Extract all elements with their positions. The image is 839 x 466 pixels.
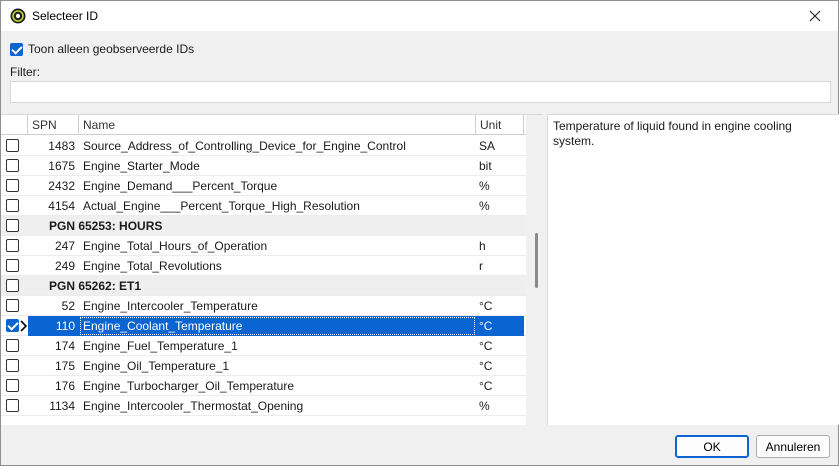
name-cell: Actual_Engine___Percent_Torque_High_Reso… (83, 199, 360, 213)
app-logo-icon (10, 8, 26, 24)
spn-cell: 247 (54, 239, 75, 253)
table-row[interactable]: 247 Engine_Total_Hours_of_Operation h (1, 236, 526, 256)
header-check-column[interactable] (1, 115, 28, 135)
name-cell: Engine_Oil_Temperature_1 (83, 359, 230, 373)
spn-cell: 2432 (48, 179, 75, 193)
unit-cell: °C (476, 316, 524, 336)
table-row[interactable]: 110 Engine_Coolant_Temperature °C (1, 316, 526, 336)
row-checkbox[interactable] (6, 239, 19, 252)
grid-header: SPN Name Unit (1, 115, 526, 135)
name-cell: Engine_Total_Revolutions (83, 259, 222, 273)
name-cell: Engine_Demand___Percent_Torque (83, 179, 278, 193)
header-spn[interactable]: SPN (28, 115, 79, 135)
scrollbar-thumb[interactable] (535, 233, 538, 288)
row-checkbox[interactable] (6, 399, 19, 412)
row-checkbox[interactable] (6, 159, 19, 172)
title-bar: Selecteer ID (1, 1, 838, 31)
header-name[interactable]: Name (79, 115, 476, 135)
close-icon (809, 10, 821, 22)
unit-cell: °C (479, 379, 493, 393)
table-row[interactable]: 4154 Actual_Engine___Percent_Torque_High_… (1, 196, 526, 216)
group-label: PGN 65253: HOURS (49, 219, 163, 233)
name-cell: Engine_Total_Hours_of_Operation (83, 239, 268, 253)
description-text: Temperature of liquid found in engine co… (553, 119, 792, 148)
id-grid: SPN Name Unit 1483 Source_Address_of_Cont… (1, 114, 543, 425)
name-cell: Source_Address_of_Controlling_Device_for… (83, 139, 406, 153)
unit-cell: °C (479, 299, 493, 313)
spn-cell: 249 (54, 259, 75, 273)
group-row[interactable]: PGN 65253: HOURS (1, 216, 526, 236)
spn-cell: 174 (54, 339, 75, 353)
name-cell: Engine_Coolant_Temperature (79, 316, 476, 336)
spn-cell: 1134 (49, 399, 75, 413)
table-row[interactable]: 175 Engine_Oil_Temperature_1 °C (1, 356, 526, 376)
cancel-button[interactable]: Annuleren (756, 435, 830, 458)
row-checkbox[interactable] (6, 319, 19, 332)
filter-input[interactable] (10, 81, 831, 103)
row-checkbox[interactable] (6, 219, 19, 232)
unit-cell: % (479, 199, 490, 213)
table-row[interactable]: 249 Engine_Total_Revolutions r (1, 256, 526, 276)
unit-cell: °C (479, 359, 493, 373)
row-checkbox[interactable] (6, 179, 19, 192)
unit-cell: % (479, 179, 490, 193)
row-checkbox[interactable] (6, 199, 19, 212)
unit-cell: r (479, 259, 483, 273)
table-row[interactable]: 176 Engine_Turbocharger_Oil_Temperature °C (1, 376, 526, 396)
header-unit[interactable]: Unit (476, 115, 524, 135)
unit-cell: % (479, 399, 490, 413)
window-title: Selecteer ID (32, 9, 99, 23)
row-checkbox[interactable] (6, 279, 19, 292)
table-row[interactable]: 1483 Source_Address_of_Controlling_Device… (1, 136, 526, 156)
name-cell: Engine_Starter_Mode (83, 159, 200, 173)
name-cell: Engine_Intercooler_Temperature (83, 299, 258, 313)
table-row[interactable]: 1134 Engine_Intercooler_Thermostat_Openin… (1, 396, 526, 416)
table-row[interactable]: 2432 Engine_Demand___Percent_Torque% (1, 176, 526, 196)
spn-cell: 110 (28, 316, 79, 336)
name-cell: Engine_Turbocharger_Oil_Temperature (83, 379, 295, 393)
ok-button[interactable]: OK (675, 435, 749, 458)
group-label: PGN 65262: ET1 (49, 279, 142, 293)
table-row[interactable]: 1675 Engine_Starter_Mode bit (1, 156, 526, 176)
table-row[interactable]: 52 Engine_Intercooler_Temperature °C (1, 296, 526, 316)
row-checkbox[interactable] (6, 139, 19, 152)
spn-cell: 1675 (48, 159, 75, 173)
name-cell: Engine_Intercooler_Thermostat_Opening (83, 399, 304, 413)
unit-cell: bit (479, 159, 492, 173)
filter-label: Filter: (10, 65, 40, 79)
group-row[interactable]: PGN 65262: ET1 (1, 276, 526, 296)
close-button[interactable] (792, 1, 838, 31)
name-cell: Engine_Fuel_Temperature_1 (83, 339, 238, 353)
row-checkbox[interactable] (6, 259, 19, 272)
only-observed-option[interactable]: Toon alleen geobserveerde IDs (10, 42, 194, 56)
spn-cell: 176 (54, 379, 75, 393)
dialog-window: Selecteer ID Toon alleen geobserveerde I… (0, 0, 839, 466)
row-pointer-icon (20, 320, 27, 332)
row-checkbox[interactable] (6, 379, 19, 392)
spn-cell: 52 (61, 299, 75, 313)
unit-cell: °C (479, 339, 493, 353)
unit-cell: h (479, 239, 486, 253)
row-checkbox[interactable] (6, 299, 19, 312)
spn-cell: 1483 (48, 139, 75, 153)
spn-cell: 175 (54, 359, 75, 373)
row-checkbox[interactable] (6, 359, 19, 372)
only-observed-checkbox[interactable] (10, 42, 23, 56)
description-panel: Temperature of liquid found in engine co… (547, 114, 839, 425)
spn-cell: 4154 (48, 199, 75, 213)
row-checkbox[interactable] (6, 339, 19, 352)
only-observed-label: Toon alleen geobserveerde IDs (28, 42, 195, 56)
unit-cell: SA (479, 139, 496, 153)
table-row[interactable]: 174 Engine_Fuel_Temperature_1 °C (1, 336, 526, 356)
